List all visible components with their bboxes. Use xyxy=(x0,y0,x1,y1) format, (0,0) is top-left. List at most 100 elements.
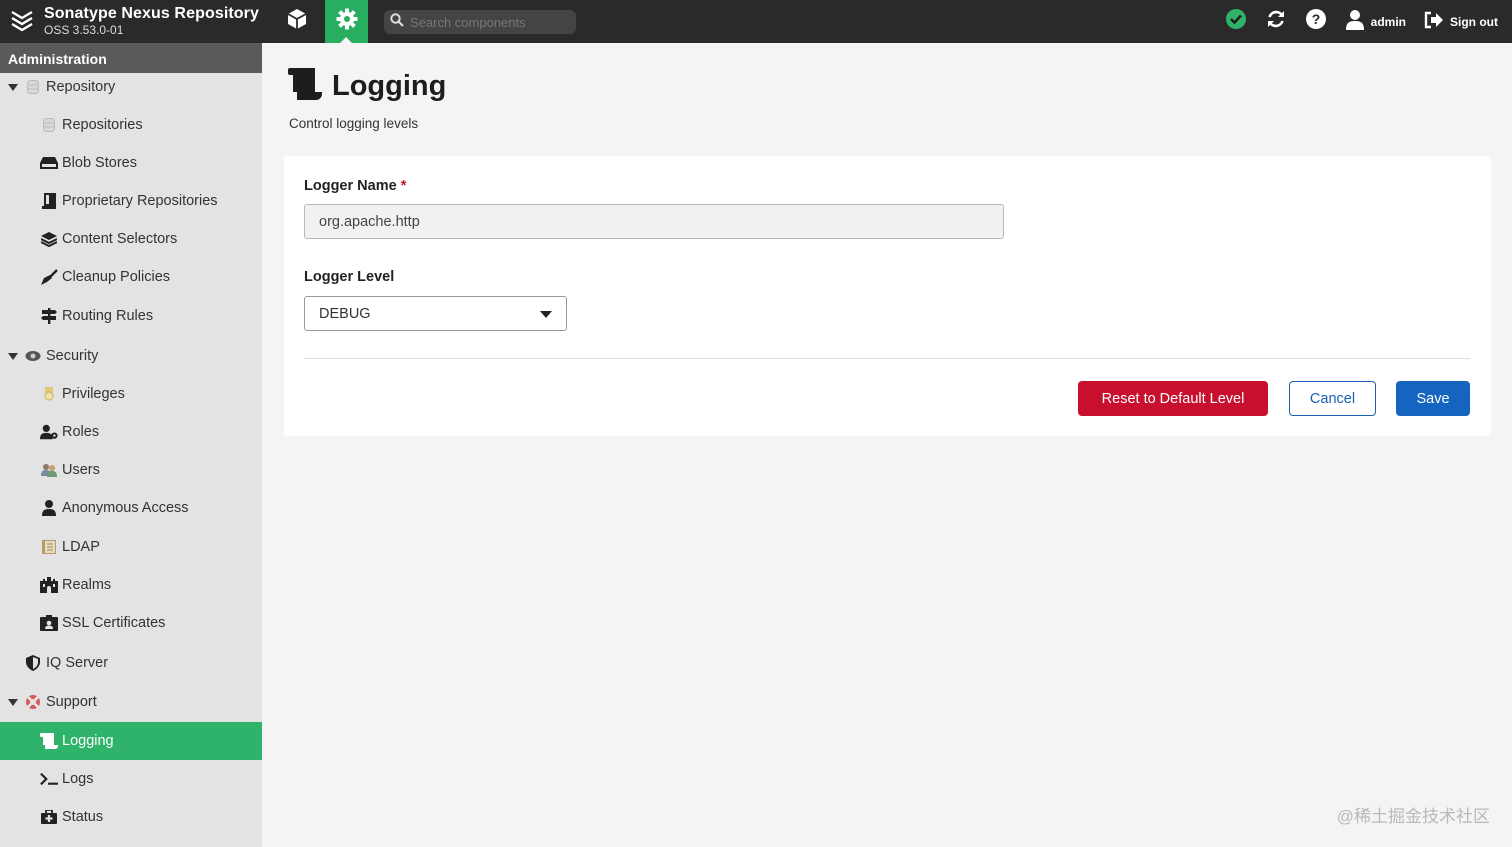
brand[interactable]: Sonatype Nexus Repository OSS 3.53.0-01 xyxy=(10,5,259,37)
browse-button[interactable] xyxy=(275,0,318,43)
caret-down-icon[interactable] xyxy=(8,352,18,360)
sidebar-item-repositories[interactable]: Repositories xyxy=(0,106,262,144)
save-button[interactable]: Save xyxy=(1396,381,1470,416)
reset-to-default-button[interactable]: Reset to Default Level xyxy=(1078,381,1268,416)
app-name: Sonatype Nexus Repository xyxy=(44,5,259,22)
gear-icon xyxy=(336,8,358,35)
sidebar-item-realms[interactable]: Realms xyxy=(0,566,262,604)
book-open-icon xyxy=(40,538,58,556)
user-gear-icon xyxy=(40,423,58,441)
sidebar-item-label: LDAP xyxy=(62,539,100,555)
sidebar-item-label: Logging xyxy=(62,733,114,749)
sidebar-item-status[interactable]: Status xyxy=(0,798,262,836)
sidebar-item-label: Routing Rules xyxy=(62,308,154,324)
eye-icon xyxy=(24,347,42,365)
sidebar-item-label: Privileges xyxy=(62,386,125,402)
svg-text:?: ? xyxy=(1311,11,1320,27)
help-icon[interactable]: ? xyxy=(1305,8,1327,35)
sidebar-item-logs[interactable]: Logs xyxy=(0,760,262,798)
page-header: Logging xyxy=(288,68,446,105)
sidebar-item-label: Realms xyxy=(62,577,112,593)
sidebar-item-label: Blob Stores xyxy=(62,155,137,171)
hdd-icon xyxy=(40,154,58,172)
search-icon xyxy=(390,12,404,32)
sidebar-item-roles[interactable]: Roles xyxy=(0,413,262,451)
signout-button[interactable]: Sign out xyxy=(1424,11,1498,32)
book-icon xyxy=(40,192,58,210)
terminal-icon xyxy=(40,770,58,788)
sidebar-item-label: Repositories xyxy=(62,117,143,133)
scroll-icon xyxy=(40,732,58,750)
sidebar-item-support[interactable]: Support xyxy=(0,683,262,721)
logger-level-select[interactable]: DEBUG xyxy=(304,296,567,331)
caret-down-icon[interactable] xyxy=(8,698,18,706)
top-bar: Sonatype Nexus Repository OSS 3.53.0-01 xyxy=(0,0,1512,43)
sidebar-item-label: Status xyxy=(62,809,104,825)
castle-icon xyxy=(40,576,58,594)
lifebuoy-icon xyxy=(24,693,42,711)
logger-name-label-text: Logger Name xyxy=(304,178,397,194)
signpost-icon xyxy=(40,307,58,325)
sidebar-item-ssl-certificates[interactable]: SSL Certificates xyxy=(0,604,262,642)
sidebar-item-iq-server[interactable]: IQ Server xyxy=(0,644,262,682)
user-menu[interactable]: admin xyxy=(1345,9,1406,34)
sidebar-item-label: Anonymous Access xyxy=(62,500,189,516)
page-title: Logging xyxy=(332,70,447,102)
sidebar-item-routing-rules[interactable]: Routing Rules xyxy=(0,297,262,335)
nexus-logo-icon xyxy=(10,6,34,37)
sidebar-item-proprietary-repositories[interactable]: Proprietary Repositories xyxy=(0,182,262,220)
medkit-icon xyxy=(40,808,58,826)
cancel-button[interactable]: Cancel xyxy=(1289,381,1376,416)
broom-icon xyxy=(40,268,58,286)
sidebar-item-label: Repository xyxy=(46,79,116,95)
sidebar-item-blob-stores[interactable]: Blob Stores xyxy=(0,144,262,182)
database-icon xyxy=(40,116,58,134)
sidebar-item-label: Proprietary Repositories xyxy=(62,193,218,209)
sidebar-item-users[interactable]: Users xyxy=(0,451,262,489)
page-subtitle: Control logging levels xyxy=(289,116,419,131)
logger-level-label: Logger Level xyxy=(304,269,395,285)
logger-level-value: DEBUG xyxy=(319,305,371,322)
sidebar-item-label: Content Selectors xyxy=(62,231,178,247)
sidebar-item-content-selectors[interactable]: Content Selectors xyxy=(0,220,262,258)
sidebar-item-privileges[interactable]: Privileges xyxy=(0,375,262,413)
user-name: admin xyxy=(1370,14,1406,29)
signout-icon xyxy=(1424,11,1444,32)
sidebar-item-label: Support xyxy=(46,694,97,710)
logging-form: Logger Name * Logger Level DEBUG Reset t… xyxy=(284,156,1491,436)
database-icon xyxy=(24,78,42,96)
sidebar-item-label: Roles xyxy=(62,424,100,440)
layers-icon xyxy=(40,230,58,248)
chevron-down-icon xyxy=(540,311,552,318)
logger-name-label: Logger Name * xyxy=(304,178,406,194)
medal-icon xyxy=(40,385,58,403)
app-version: OSS 3.53.0-01 xyxy=(44,23,124,37)
user-icon xyxy=(40,499,58,517)
sidebar-item-ldap[interactable]: LDAP xyxy=(0,528,262,566)
sidebar-item-label: Logs xyxy=(62,771,94,787)
watermark: @稀土掘金技术社区 xyxy=(1336,807,1490,826)
check-circle-icon[interactable] xyxy=(1225,8,1247,35)
refresh-icon[interactable] xyxy=(1265,8,1287,35)
users-icon xyxy=(40,461,58,479)
search-box[interactable] xyxy=(384,10,576,34)
scroll-icon xyxy=(288,68,324,105)
sidebar: Administration Repository Repositories B… xyxy=(0,43,262,847)
sidebar-item-cleanup-policies[interactable]: Cleanup Policies xyxy=(0,258,262,296)
caret-down-icon[interactable] xyxy=(8,83,18,91)
search-input[interactable] xyxy=(410,14,570,30)
sidebar-item-repository[interactable]: Repository xyxy=(0,68,262,106)
administration-button[interactable] xyxy=(325,0,368,43)
required-mark: * xyxy=(400,178,407,194)
shield-icon xyxy=(24,654,42,672)
sidebar-item-label: Cleanup Policies xyxy=(62,269,171,285)
sidebar-item-security[interactable]: Security xyxy=(0,337,262,375)
signout-label: Sign out xyxy=(1450,14,1498,29)
cube-icon xyxy=(286,8,308,35)
sidebar-item-logging[interactable]: Logging xyxy=(0,722,262,760)
sidebar-item-label: Security xyxy=(46,348,99,364)
sidebar-item-label: SSL Certificates xyxy=(62,615,166,631)
id-card-icon xyxy=(40,614,58,632)
sidebar-item-anonymous-access[interactable]: Anonymous Access xyxy=(0,489,262,527)
logger-name-field[interactable] xyxy=(304,204,1004,239)
